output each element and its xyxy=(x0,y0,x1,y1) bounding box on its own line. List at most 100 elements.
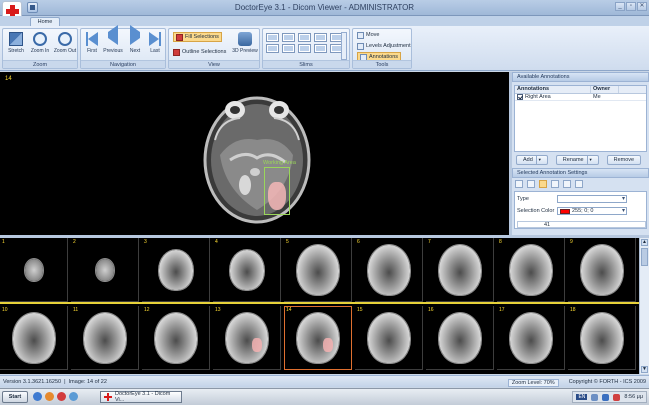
security-icon[interactable] xyxy=(613,393,621,401)
thumbnail-image xyxy=(580,312,623,363)
levels-label: Levels Adjustment xyxy=(366,43,411,49)
annotation-tools xyxy=(515,180,583,188)
last-button[interactable]: Last xyxy=(146,32,164,54)
remove-button[interactable]: Remove xyxy=(606,155,642,165)
slim-layout-option[interactable] xyxy=(266,44,279,53)
slim-layout-option[interactable] xyxy=(282,44,295,53)
slim-layout-option[interactable] xyxy=(298,33,311,42)
color-swatch xyxy=(560,208,570,214)
move-tool-button[interactable]: Move xyxy=(357,30,379,40)
thumbnail-scrollbar[interactable]: ▲ ▼ xyxy=(639,238,649,374)
thumbnail-18[interactable]: 18 xyxy=(568,306,636,370)
thumbnail-number: 9 xyxy=(570,239,573,245)
annotations-column[interactable]: Annotations xyxy=(515,86,591,93)
thumbnail-9[interactable]: 9 xyxy=(568,238,636,302)
thumbnail-6[interactable]: 6 xyxy=(355,238,423,302)
thumbnail-10[interactable]: 10 xyxy=(0,306,68,370)
annotation-settings-grid: Type Selection Color 255; 0; 0 41 xyxy=(514,191,647,229)
network-icon[interactable] xyxy=(591,393,599,401)
thumbnail-16[interactable]: 16 xyxy=(426,306,494,370)
thumbnail-2[interactable]: 2 xyxy=(71,238,139,302)
start-button[interactable]: Start xyxy=(2,391,28,403)
fill-selections-label: Fill Selections xyxy=(185,34,219,40)
fill-selections-button[interactable]: Fill Selections xyxy=(173,32,222,42)
working-area-roi[interactable] xyxy=(264,167,290,215)
first-button[interactable]: First xyxy=(83,32,101,54)
alpha-value[interactable]: 41 xyxy=(517,221,646,228)
threshold-icon[interactable] xyxy=(563,180,571,188)
thumbnail-image xyxy=(95,258,114,281)
thumbnail-number: 1 xyxy=(2,239,5,245)
status-left: Version 3.1.3621.16250 | Image: 14 of 22 xyxy=(3,379,107,385)
thumbnail-13[interactable]: 13 xyxy=(213,306,281,370)
chevron-down-icon[interactable]: ▼ xyxy=(535,156,542,164)
zoom-out-button[interactable]: Zoom Out xyxy=(53,32,77,54)
thumbnail-11[interactable]: 11 xyxy=(71,306,139,370)
rename-label: Rename xyxy=(562,157,584,163)
image-viewer[interactable]: 14 Working Area xyxy=(0,72,509,235)
thumbnail-12[interactable]: 12 xyxy=(142,306,210,370)
maximize-button[interactable]: ▫ xyxy=(626,2,636,11)
annotations-panel: Available Annotations Annotations Owner … xyxy=(512,72,649,235)
annotation-visible-checkbox[interactable] xyxy=(517,94,523,100)
image-index-text: Image: 14 of 22 xyxy=(68,379,107,385)
minimize-button[interactable]: _ xyxy=(615,2,625,11)
scroll-up-icon[interactable]: ▲ xyxy=(641,239,648,246)
slim-layout-option[interactable] xyxy=(314,44,327,53)
thumbnail-15[interactable]: 15 xyxy=(355,306,423,370)
levels-adjustment-button[interactable]: Levels Adjustment xyxy=(357,41,411,51)
system-tray: EN 8:56 μμ xyxy=(572,391,647,403)
thumbnail-image xyxy=(12,312,55,363)
rename-button[interactable]: Rename ▼ xyxy=(555,155,599,165)
thumbnail-8[interactable]: 8 xyxy=(497,238,565,302)
table-row[interactable]: Right Area Me xyxy=(515,94,646,101)
pen-icon[interactable] xyxy=(527,180,535,188)
outline-selections-button[interactable]: Outline Selections xyxy=(173,47,226,57)
fill-selections-icon xyxy=(176,33,183,41)
media-icon[interactable] xyxy=(45,392,54,401)
slim-layout-gallery xyxy=(266,33,343,53)
owner-column[interactable]: Owner xyxy=(591,86,619,93)
browser-icon[interactable] xyxy=(33,392,42,401)
thumbnail-14[interactable]: 14 xyxy=(284,306,352,370)
3d-preview-button[interactable]: 3D Preview xyxy=(231,32,259,54)
zoom-in-button[interactable]: Zoom In xyxy=(29,32,51,54)
opera-icon[interactable] xyxy=(57,392,66,401)
slim-gallery-scroll[interactable] xyxy=(341,32,347,60)
explorer-icon[interactable] xyxy=(69,392,78,401)
thumbnail-7[interactable]: 7 xyxy=(426,238,494,302)
slice-number: 14 xyxy=(5,76,12,82)
thumbnail-number: 12 xyxy=(144,307,150,313)
type-select[interactable] xyxy=(557,195,627,203)
scroll-down-icon[interactable]: ▼ xyxy=(641,366,648,373)
slim-layout-option[interactable] xyxy=(266,33,279,42)
region-grow-icon[interactable] xyxy=(551,180,559,188)
selection-color-select[interactable]: 255; 0; 0 xyxy=(557,207,627,215)
thumbnail-1[interactable]: 1 xyxy=(0,238,68,302)
close-button[interactable]: ✕ xyxy=(637,2,647,11)
next-button[interactable]: Next xyxy=(126,25,144,54)
scrollbar-thumb[interactable] xyxy=(641,248,648,266)
add-button[interactable]: Add ▼ xyxy=(516,155,548,165)
magic-wand-icon[interactable] xyxy=(539,180,547,188)
thumbnail-17[interactable]: 17 xyxy=(497,306,565,370)
thumbnail-5[interactable]: 5 xyxy=(284,238,352,302)
eraser-icon[interactable] xyxy=(575,180,583,188)
thumbnail-4[interactable]: 4 xyxy=(213,238,281,302)
last-label: Last xyxy=(150,48,160,54)
slim-layout-option[interactable] xyxy=(282,33,295,42)
chevron-down-icon[interactable]: ▼ xyxy=(586,156,593,164)
right-area-annotation[interactable] xyxy=(268,182,286,210)
bluetooth-icon[interactable] xyxy=(602,393,610,401)
levels-icon xyxy=(357,42,364,50)
language-indicator[interactable]: EN xyxy=(576,394,588,400)
stretch-button[interactable]: Stretch xyxy=(5,32,27,54)
slim-layout-option[interactable] xyxy=(298,44,311,53)
thumbnail-3[interactable]: 3 xyxy=(142,238,210,302)
previous-button[interactable]: Previous xyxy=(101,25,125,54)
thumbnail-number: 8 xyxy=(499,239,502,245)
thumbnail-image xyxy=(83,312,126,363)
slim-layout-option[interactable] xyxy=(314,33,327,42)
taskbar-app-doctoreye[interactable]: DoctorEye 3.1 - Dicom Vi... xyxy=(100,391,182,403)
pencil-icon[interactable] xyxy=(515,180,523,188)
